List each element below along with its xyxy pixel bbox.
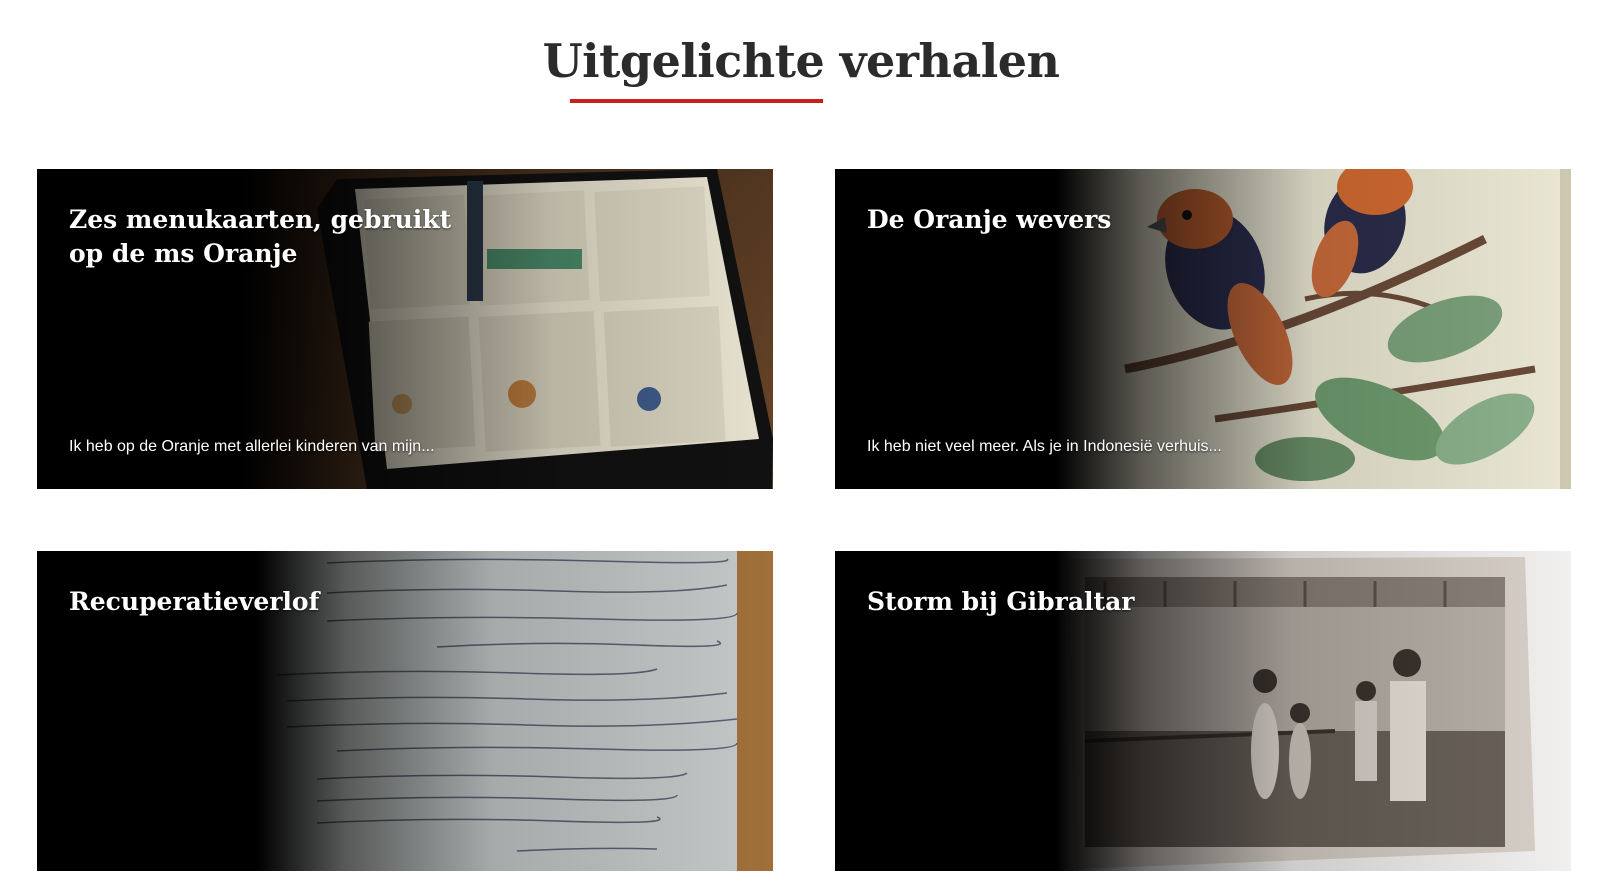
story-card-storm-gibraltar[interactable]: Storm bij Gibraltar [835,551,1571,871]
story-title[interactable]: Recuperatieverlof [69,585,469,619]
section-header: Uitgelichte verhalen [0,34,1602,88]
story-card-oranje-wevers[interactable]: De Oranje wevers Ik heb niet veel meer. … [835,169,1571,489]
story-excerpt: Ik heb niet veel meer. Als je in Indones… [867,438,1222,455]
story-excerpt: Ik heb op de Oranje met allerlei kindere… [69,438,435,455]
section-title: Uitgelichte verhalen [542,34,1060,88]
story-title[interactable]: Zes menukaarten, gebruikt op de ms Oranj… [69,203,469,271]
story-card-recuperatieverlof[interactable]: Recuperatieverlof [37,551,773,871]
story-title[interactable]: De Oranje wevers [867,203,1267,237]
story-title[interactable]: Storm bij Gibraltar [867,585,1267,619]
title-underline [570,99,823,103]
story-card-menukaarten[interactable]: Zes menukaarten, gebruikt op de ms Oranj… [37,169,773,489]
